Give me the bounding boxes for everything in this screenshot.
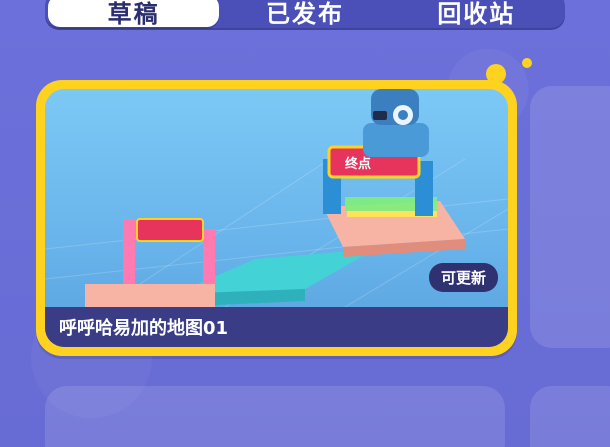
tab-recycle-bin[interactable]: 回收站 — [391, 0, 562, 28]
tab-published[interactable]: 已发布 — [219, 0, 390, 28]
map-title: 呼呼哈易加的地图01 — [59, 318, 229, 339]
map-caption-bar: 呼呼哈易加的地图01 — [45, 307, 508, 347]
tab-bar: 草稿 已发布 回收站 — [45, 0, 565, 30]
map-card-preview: 终点 可更新 呼呼哈易加的地图01 — [45, 89, 508, 347]
card-placeholder-bottom-right — [530, 386, 610, 447]
map-card[interactable]: 终点 可更新 呼呼哈易加的地图01 — [36, 80, 517, 356]
decor-dot-small — [522, 58, 532, 68]
tab-drafts[interactable]: 草稿 — [48, 0, 220, 28]
update-available-badge: 可更新 — [428, 263, 498, 292]
finish-sign-text: 终点 — [345, 156, 371, 172]
card-placeholder-bottom — [45, 386, 505, 447]
card-placeholder-right — [530, 86, 610, 348]
